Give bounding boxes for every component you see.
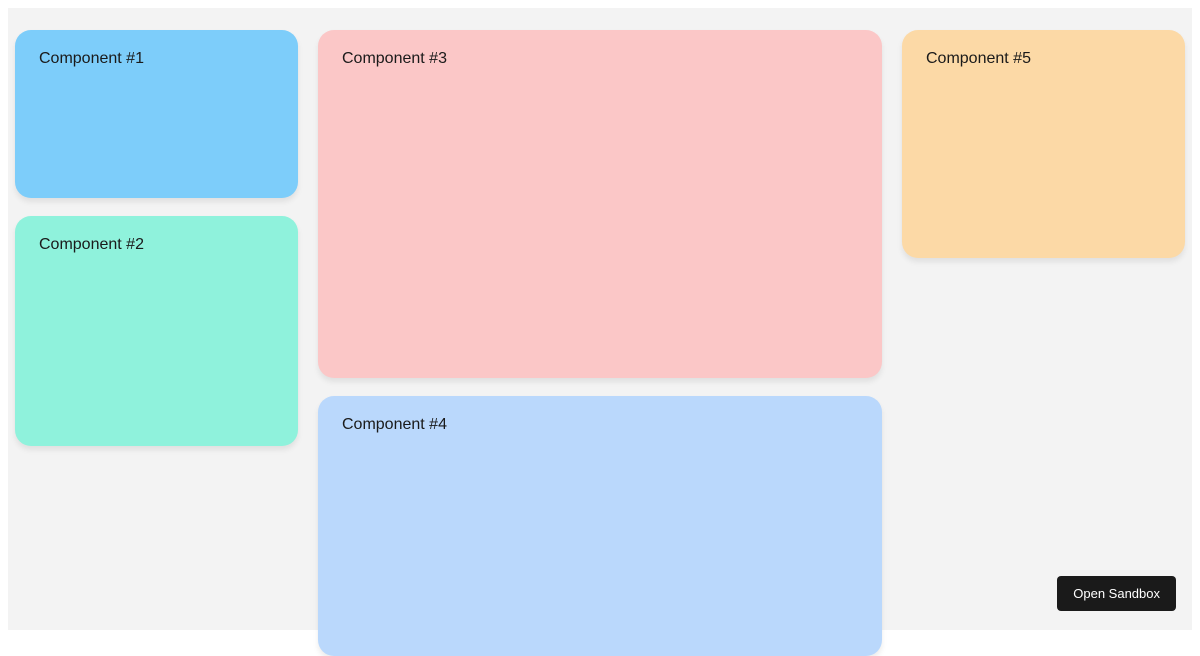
component-label: Component #4: [342, 416, 447, 433]
component-card-4[interactable]: Component #4: [318, 396, 882, 656]
column-left: Component #1 Component #2: [15, 30, 298, 630]
component-card-3[interactable]: Component #3: [318, 30, 882, 378]
component-label: Component #2: [39, 236, 144, 253]
component-card-2[interactable]: Component #2: [15, 216, 298, 446]
component-label: Component #1: [39, 50, 144, 67]
component-card-1[interactable]: Component #1: [15, 30, 298, 198]
component-label: Component #5: [926, 50, 1031, 67]
component-label: Component #3: [342, 50, 447, 67]
column-right: Component #5: [902, 30, 1185, 630]
open-sandbox-button[interactable]: Open Sandbox: [1057, 576, 1176, 611]
column-mid: Component #3 Component #4: [318, 30, 882, 630]
open-sandbox-label: Open Sandbox: [1073, 586, 1160, 601]
component-card-5[interactable]: Component #5: [902, 30, 1185, 258]
preview-canvas: Component #1 Component #2 Component #3 C…: [8, 8, 1192, 630]
